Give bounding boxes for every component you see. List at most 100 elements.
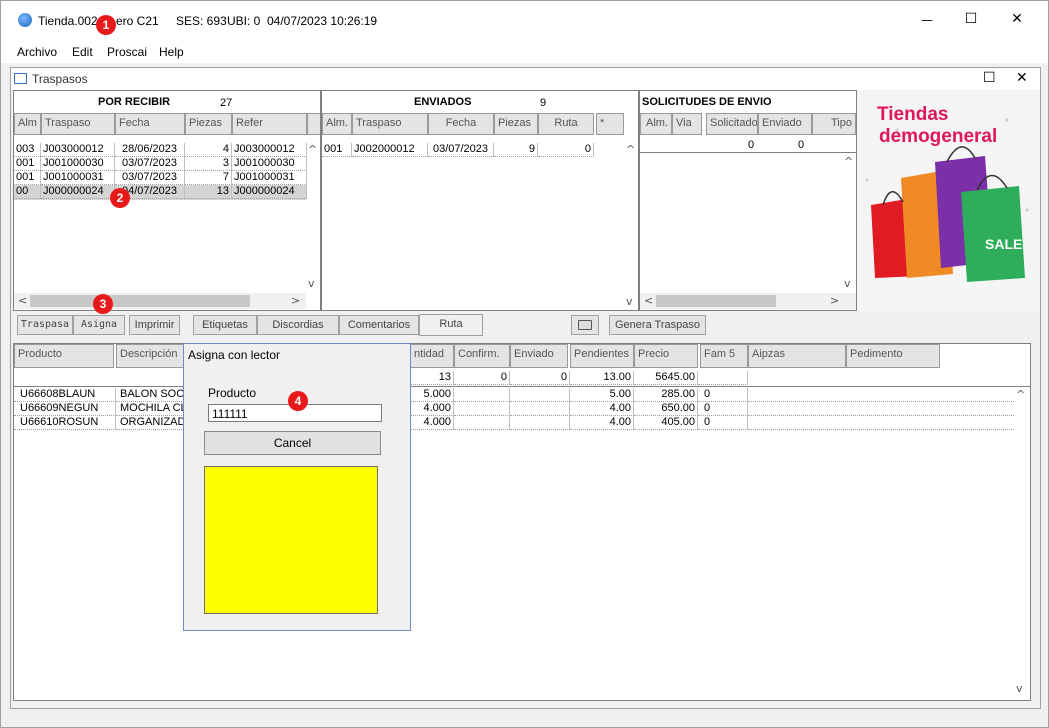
header-traspaso[interactable]: Traspaso <box>41 113 115 135</box>
header-refer[interactable]: Refer <box>232 113 307 135</box>
header-via[interactable]: Via <box>672 113 702 135</box>
menu-help[interactable]: Help <box>159 45 184 59</box>
total-fam5 <box>698 371 748 385</box>
tab-asigna[interactable]: Asigna <box>73 315 125 335</box>
minimize-button[interactable]: — <box>915 13 939 27</box>
header-fam5[interactable]: Fam 5 <box>700 344 748 368</box>
cell-alm: 001 <box>322 143 352 157</box>
header-enviado[interactable]: Enviado <box>510 344 568 368</box>
table-row[interactable]: U66609NEGUN MOCHILA CL 4.000 4.00 650.00… <box>14 402 1014 416</box>
cell-precio: 650.00 <box>634 402 698 416</box>
header-producto[interactable]: Producto <box>14 344 114 368</box>
header-tipo[interactable]: Tipo <box>812 113 856 135</box>
promo-sale: SALE <box>985 236 1023 252</box>
tab-imprimir[interactable]: Imprimir <box>129 315 180 335</box>
maximize-button[interactable]: ☐ <box>959 11 983 27</box>
tab-comentarios[interactable]: Comentarios <box>339 315 419 335</box>
enviado-total: 0 <box>798 139 805 151</box>
cell-pendientes: 4.00 <box>570 416 634 430</box>
table-row[interactable]: 001 J001000030 03/07/2023 3 J001000030 <box>14 157 307 171</box>
table-row-selected[interactable]: 00 J000000024 04/07/2023 13 J000000024 <box>14 185 307 200</box>
horizontal-scrollbar[interactable]: < > <box>640 293 856 309</box>
cell-ruta: 0 <box>538 143 594 157</box>
cell-piezas: 9 <box>494 143 538 157</box>
cell-fecha: 03/07/2023 <box>428 143 494 157</box>
cancel-button[interactable]: Cancel <box>204 431 381 455</box>
header-fecha[interactable]: Fecha <box>115 113 185 135</box>
annotation-badge-1: 1 <box>96 15 116 35</box>
header-alm[interactable]: Alm. <box>322 113 352 135</box>
scroll-down-arrow[interactable]: v <box>1016 682 1023 695</box>
header-ruta[interactable]: Ruta <box>538 113 594 135</box>
cell-fam5: 0 <box>698 402 748 416</box>
header-aipzas[interactable]: Aipzas <box>748 344 846 368</box>
header-pendientes[interactable]: Pendientes <box>570 344 634 368</box>
menu-archivo[interactable]: Archivo <box>17 45 57 59</box>
header-piezas[interactable]: Piezas <box>185 113 232 135</box>
header-piezas[interactable]: Piezas <box>494 113 538 135</box>
cell-fecha: 03/07/2023 <box>115 157 185 171</box>
tab-etiquetas[interactable]: Etiquetas <box>193 315 257 335</box>
scroll-left-arrow[interactable]: < <box>644 294 653 307</box>
scroll-up-arrow[interactable]: ^ <box>308 143 317 156</box>
menu-proscai[interactable]: Proscai <box>107 45 147 59</box>
ubi-label: UBI: 0 <box>227 14 261 28</box>
header-descripcion[interactable]: Descripción <box>116 344 186 368</box>
cell-producto: U66609NEGUN <box>14 402 116 416</box>
scroll-right-arrow[interactable]: > <box>291 294 300 307</box>
header-fecha[interactable]: Fecha <box>428 113 494 135</box>
table-row[interactable]: 001 J002000012 03/07/2023 9 0 <box>322 143 622 157</box>
scroll-down-arrow[interactable]: v <box>626 295 633 308</box>
cell-pendientes: 5.00 <box>570 388 634 402</box>
scroll-down-arrow[interactable]: v <box>844 277 851 290</box>
cell-rest <box>748 416 1014 430</box>
annotation-badge-4: 4 <box>288 391 308 411</box>
cell-cantidad: 5.000 <box>410 388 454 402</box>
table-row[interactable]: 001 J001000031 03/07/2023 7 J001000031 <box>14 171 307 185</box>
cell-refer: J003000012 <box>232 143 307 157</box>
genera-traspaso-button[interactable]: Genera Traspaso <box>609 315 706 335</box>
menu-edit[interactable]: Edit <box>72 45 93 59</box>
window-title-rest: ero C21 <box>116 14 159 28</box>
header-precio[interactable]: Precio <box>634 344 698 368</box>
header-alm[interactable]: Alm. <box>640 113 672 135</box>
cell-alm: 003 <box>14 143 41 157</box>
scroll-up-arrow[interactable]: ^ <box>1016 388 1025 401</box>
solicitudes-title: SOLICITUDES DE ENVIO <box>642 96 772 108</box>
header-traspaso[interactable]: Traspaso <box>352 113 428 135</box>
child-maximize-button[interactable]: ☐ <box>983 70 996 86</box>
traspasos-window: Traspasos ☐ ✕ POR RECIBIR 27 Alm Traspas… <box>10 67 1041 709</box>
scroll-left-arrow[interactable]: < <box>18 294 27 307</box>
horizontal-scrollbar[interactable]: < > <box>14 293 306 309</box>
header-star[interactable]: * <box>596 113 624 135</box>
scroll-thumb[interactable] <box>30 295 250 307</box>
table-row[interactable]: U66610ROSUN ORGANIZAD 4.000 4.00 405.00 … <box>14 416 1014 430</box>
scroll-up-arrow[interactable]: ^ <box>626 143 635 156</box>
print-button[interactable] <box>571 315 599 335</box>
cell-refer: J001000030 <box>232 157 307 171</box>
table-row[interactable]: U66608BLAUN BALON SOCC 5.000 5.00 285.00… <box>14 388 1014 402</box>
tab-ruta[interactable]: Ruta <box>419 314 483 336</box>
cell-confirm <box>454 388 510 402</box>
tab-traspasa[interactable]: Traspasa <box>17 315 73 335</box>
printer-icon <box>578 320 592 330</box>
scroll-right-arrow[interactable]: > <box>830 294 839 307</box>
scroll-up-arrow[interactable]: ^ <box>844 155 853 168</box>
total-enviado: 0 <box>510 371 570 385</box>
tab-discordias[interactable]: Discordias <box>257 315 339 335</box>
child-close-button[interactable]: ✕ <box>1016 70 1028 86</box>
close-button[interactable]: ✕ <box>1005 11 1029 27</box>
scroll-down-arrow[interactable]: v <box>308 277 315 290</box>
header-enviado[interactable]: Enviado <box>758 113 812 135</box>
producto-label: Producto <box>208 386 257 400</box>
header-cantidad[interactable]: ntidad <box>410 344 454 368</box>
child-title: Traspasos <box>32 72 88 86</box>
header-solicitado[interactable]: Solicitado <box>706 113 758 135</box>
table-row[interactable]: 003 J003000012 28/06/2023 4 J003000012 <box>14 143 307 157</box>
app-globe-icon <box>18 13 32 27</box>
header-alm[interactable]: Alm <box>14 113 41 135</box>
header-confirm[interactable]: Confirm. <box>454 344 510 368</box>
cell-alm: 00 <box>14 185 41 199</box>
header-pedimento[interactable]: Pedimento <box>846 344 940 368</box>
scroll-thumb[interactable] <box>656 295 776 307</box>
